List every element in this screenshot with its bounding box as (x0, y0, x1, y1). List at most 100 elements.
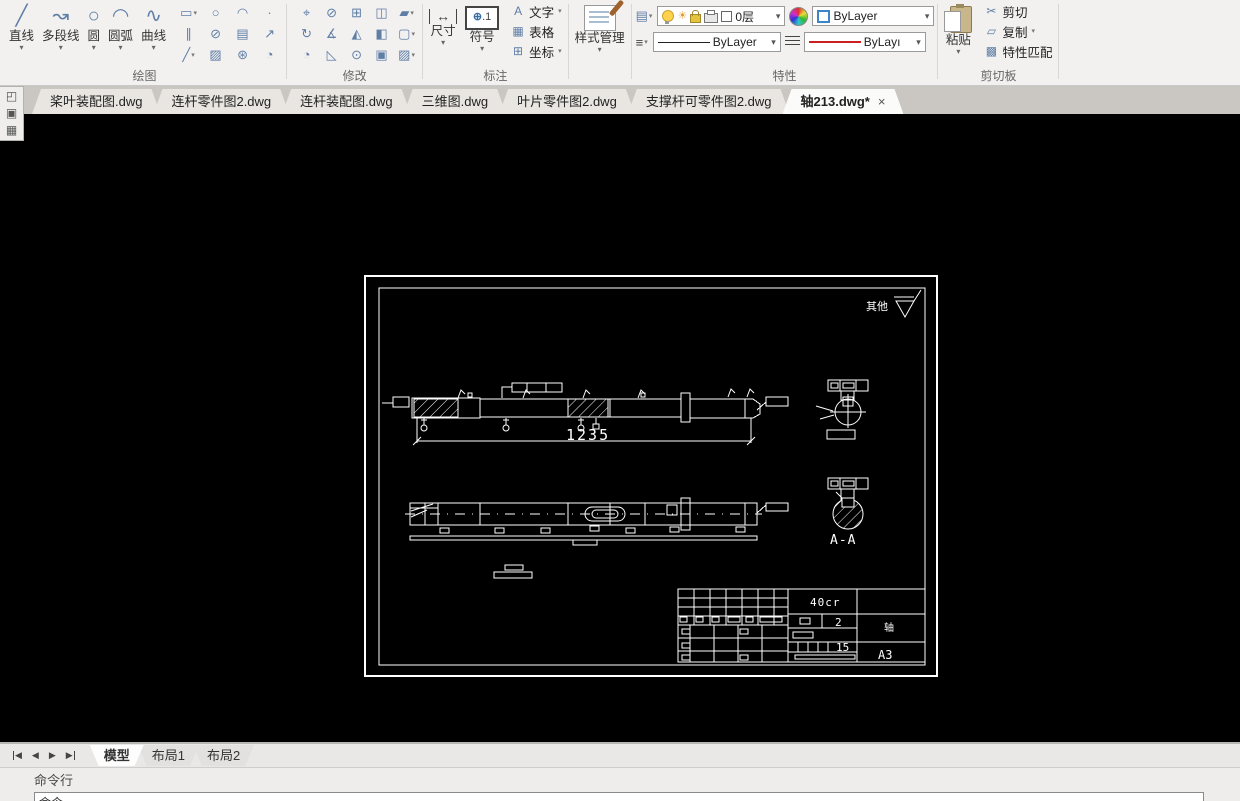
fillet-tool-icon[interactable]: ◔ (294, 44, 319, 65)
layout2-tab[interactable]: 布局2 (193, 745, 254, 766)
match-properties-icon: ▩ (985, 44, 998, 58)
table-button[interactable]: ▦ 表格 (508, 22, 565, 40)
parallel-tool-icon[interactable]: ∥ (175, 23, 202, 44)
paste-button[interactable]: 粘贴 ▾ (941, 2, 975, 57)
symbol-button[interactable]: ⊕.1 符号 ▾ (462, 2, 502, 54)
section-detail-top (815, 379, 869, 440)
paste-clipboard-icon (944, 4, 973, 33)
doc-tab-4[interactable]: 三维图.dwg (404, 89, 506, 114)
properties-group-label: 特性 (772, 69, 797, 83)
bylayer-color-swatch (817, 9, 831, 23)
layer-select[interactable]: ☀ 0层 ▾ (657, 6, 786, 26)
doc-tab-3[interactable]: 连杆装配图.dwg (282, 89, 410, 114)
solid-edit-tool-icon[interactable]: ▣ (369, 44, 394, 65)
break-tool-icon[interactable]: ⊘ (319, 2, 344, 23)
spline-tool-button[interactable]: ∿ 曲线 ▾ (138, 2, 169, 53)
ribbon-group-modify: ⌖ ⊘ ⊞ ◫ ▰ ▾ ↻ ∡ ◭ ◧ ▢ ▾ ◔ ◺ ⊙ ▣ ▨ ▾ 修改 (290, 2, 419, 85)
cut-button[interactable]: ✂ 剪切 (981, 2, 1055, 20)
revision-cloud-tool-icon[interactable]: ▤ (229, 23, 256, 44)
wipeout-tool-icon[interactable]: ◔ (256, 44, 283, 65)
next-layout-button[interactable]: ▶ (44, 750, 61, 761)
scale-tool-icon[interactable]: ▢ ▾ (394, 23, 419, 44)
linetype-sample (657, 41, 710, 43)
chevron-down-icon: ▾ (956, 47, 961, 56)
hatch-edit-tool-icon[interactable]: ▨ ▾ (394, 44, 419, 65)
line-tool-button[interactable]: ╱ 直线 ▾ (6, 2, 37, 53)
chevron-down-icon: ▾ (91, 43, 96, 52)
draw-group-label: 绘图 (132, 69, 157, 83)
polyline-tool-button[interactable]: ↝ 多段线 ▾ (39, 2, 83, 53)
linetype-manager-button[interactable]: ≡ ▾ (635, 34, 649, 51)
pen-edit-tool-icon[interactable]: ▰ ▾ (394, 2, 419, 23)
chamfer-tool-icon[interactable]: ◺ (319, 44, 344, 65)
arrow-tool-icon[interactable]: ↗ (256, 23, 283, 44)
draw-extra-tools-grid: ▭ ▾ ○ ◠ · ∥ ⊘ ▤ ↗ ╱ ▾ ▨ ⊛ ◔ (175, 2, 283, 65)
lineweight-select[interactable]: ByLayı ▾ (803, 32, 926, 52)
chevron-down-icon: ▾ (151, 43, 156, 52)
qty-text: 2 (835, 616, 842, 629)
color-wheel-icon[interactable] (789, 6, 809, 26)
copy-button[interactable]: ▱ 复制 ▾ (981, 22, 1055, 40)
region-tool-icon[interactable]: ⊘ (202, 23, 229, 44)
coordinate-button[interactable]: ⊞ 坐标 ▾ (508, 42, 565, 60)
side-tool-icon-2[interactable]: ▣ (6, 106, 17, 121)
arc-tool-button[interactable]: ◠ 圆弧 ▾ (105, 2, 136, 53)
color-select[interactable]: ByLayer ▾ (812, 6, 935, 26)
point-tool-icon[interactable]: · (256, 2, 283, 23)
rectangle-tool-icon[interactable]: ▭ ▾ (175, 2, 202, 23)
close-icon[interactable]: × (878, 89, 886, 114)
extend-tool-icon[interactable]: ∡ (319, 23, 344, 44)
linetype-select[interactable]: ByLayer ▾ (652, 32, 781, 52)
model-tab[interactable]: 模型 (90, 745, 144, 766)
lineweight-icon[interactable] (784, 36, 800, 48)
copy-object-tool-icon[interactable]: ◫ (369, 2, 394, 23)
ribbon-separator (1058, 4, 1060, 79)
array-tool-icon[interactable]: ⊞ (344, 2, 369, 23)
match-properties-button[interactable]: ▩ 特性匹配 (981, 42, 1055, 60)
command-line-row: 命令行 (0, 767, 1240, 791)
side-mini-toolbar: ◰ ▣ ▦ (0, 86, 24, 141)
layout1-tab[interactable]: 布局1 (138, 745, 199, 766)
layer-properties-button[interactable]: ▤ ▾ (635, 7, 654, 25)
section-detail-aa (827, 477, 869, 530)
shaft-side-view (405, 497, 789, 546)
ellipse-tool-icon[interactable]: ○ (202, 2, 229, 23)
part-name-text: 轴 (884, 621, 894, 634)
doc-tab-6[interactable]: 支撑杆可零件图2.dwg (628, 89, 790, 114)
last-layout-button[interactable]: ▶ (61, 750, 80, 761)
sheet-size-text: A3 (878, 648, 892, 662)
previous-layout-button[interactable]: ◀ (27, 750, 44, 761)
move-tool-icon[interactable]: ⌖ (294, 2, 319, 23)
layer-freeze-sun-icon: ☀ (677, 10, 688, 22)
chevron-down-icon: ▾ (771, 36, 776, 47)
chevron-down-icon: ▾ (1031, 28, 1035, 35)
dimension-button[interactable]: ↔ 尺寸 ▾ (426, 2, 460, 48)
text-button[interactable]: A 文字 ▾ (508, 2, 565, 20)
side-tool-icon-3[interactable]: ▦ (6, 123, 17, 138)
key-detail (493, 564, 533, 579)
construction-line-tool-icon[interactable]: ╱ ▾ (175, 44, 202, 65)
drawing-canvas[interactable]: 其他 1235 A-A 40cr 2 15 A3 轴 (0, 114, 1240, 742)
rotate-tool-icon[interactable]: ↻ (294, 23, 319, 44)
spin-tool-icon[interactable]: ⊙ (344, 44, 369, 65)
doc-tab-1[interactable]: 桨叶装配图.dwg (32, 89, 160, 114)
doc-tab-5[interactable]: 叶片零件图2.dwg (499, 89, 635, 114)
doc-tab-active[interactable]: 轴213.dwg* × (783, 89, 904, 114)
layout-tab-bar: ◀ ◀ ▶ ▶ 模型 布局1 布局2 (0, 742, 1240, 767)
doc-tab-2[interactable]: 连杆零件图2.dwg (153, 89, 289, 114)
layer-color-swatch (721, 10, 733, 22)
chevron-down-icon: ▾ (916, 36, 921, 47)
side-tool-icon-1[interactable]: ◰ (6, 89, 17, 104)
gear-tool-icon[interactable]: ⊛ (229, 44, 256, 65)
first-layout-button[interactable]: ◀ (8, 750, 27, 761)
circle-tool-button[interactable]: ○ 圆 ▾ (85, 2, 104, 53)
command-line-label: 命令行 (34, 773, 74, 788)
scissors-icon: ✂ (986, 4, 997, 18)
overlap-tool-icon[interactable]: ◧ (369, 23, 394, 44)
mirror-tool-icon[interactable]: ◭ (344, 23, 369, 44)
hatch-tool-icon[interactable]: ▨ (202, 44, 229, 65)
curve-tool-icon[interactable]: ◠ (229, 2, 256, 23)
style-manager-button[interactable]: 样式管理 ▾ (572, 2, 628, 55)
chevron-down-icon: ▾ (924, 10, 930, 21)
table-icon: ▦ (512, 24, 524, 38)
